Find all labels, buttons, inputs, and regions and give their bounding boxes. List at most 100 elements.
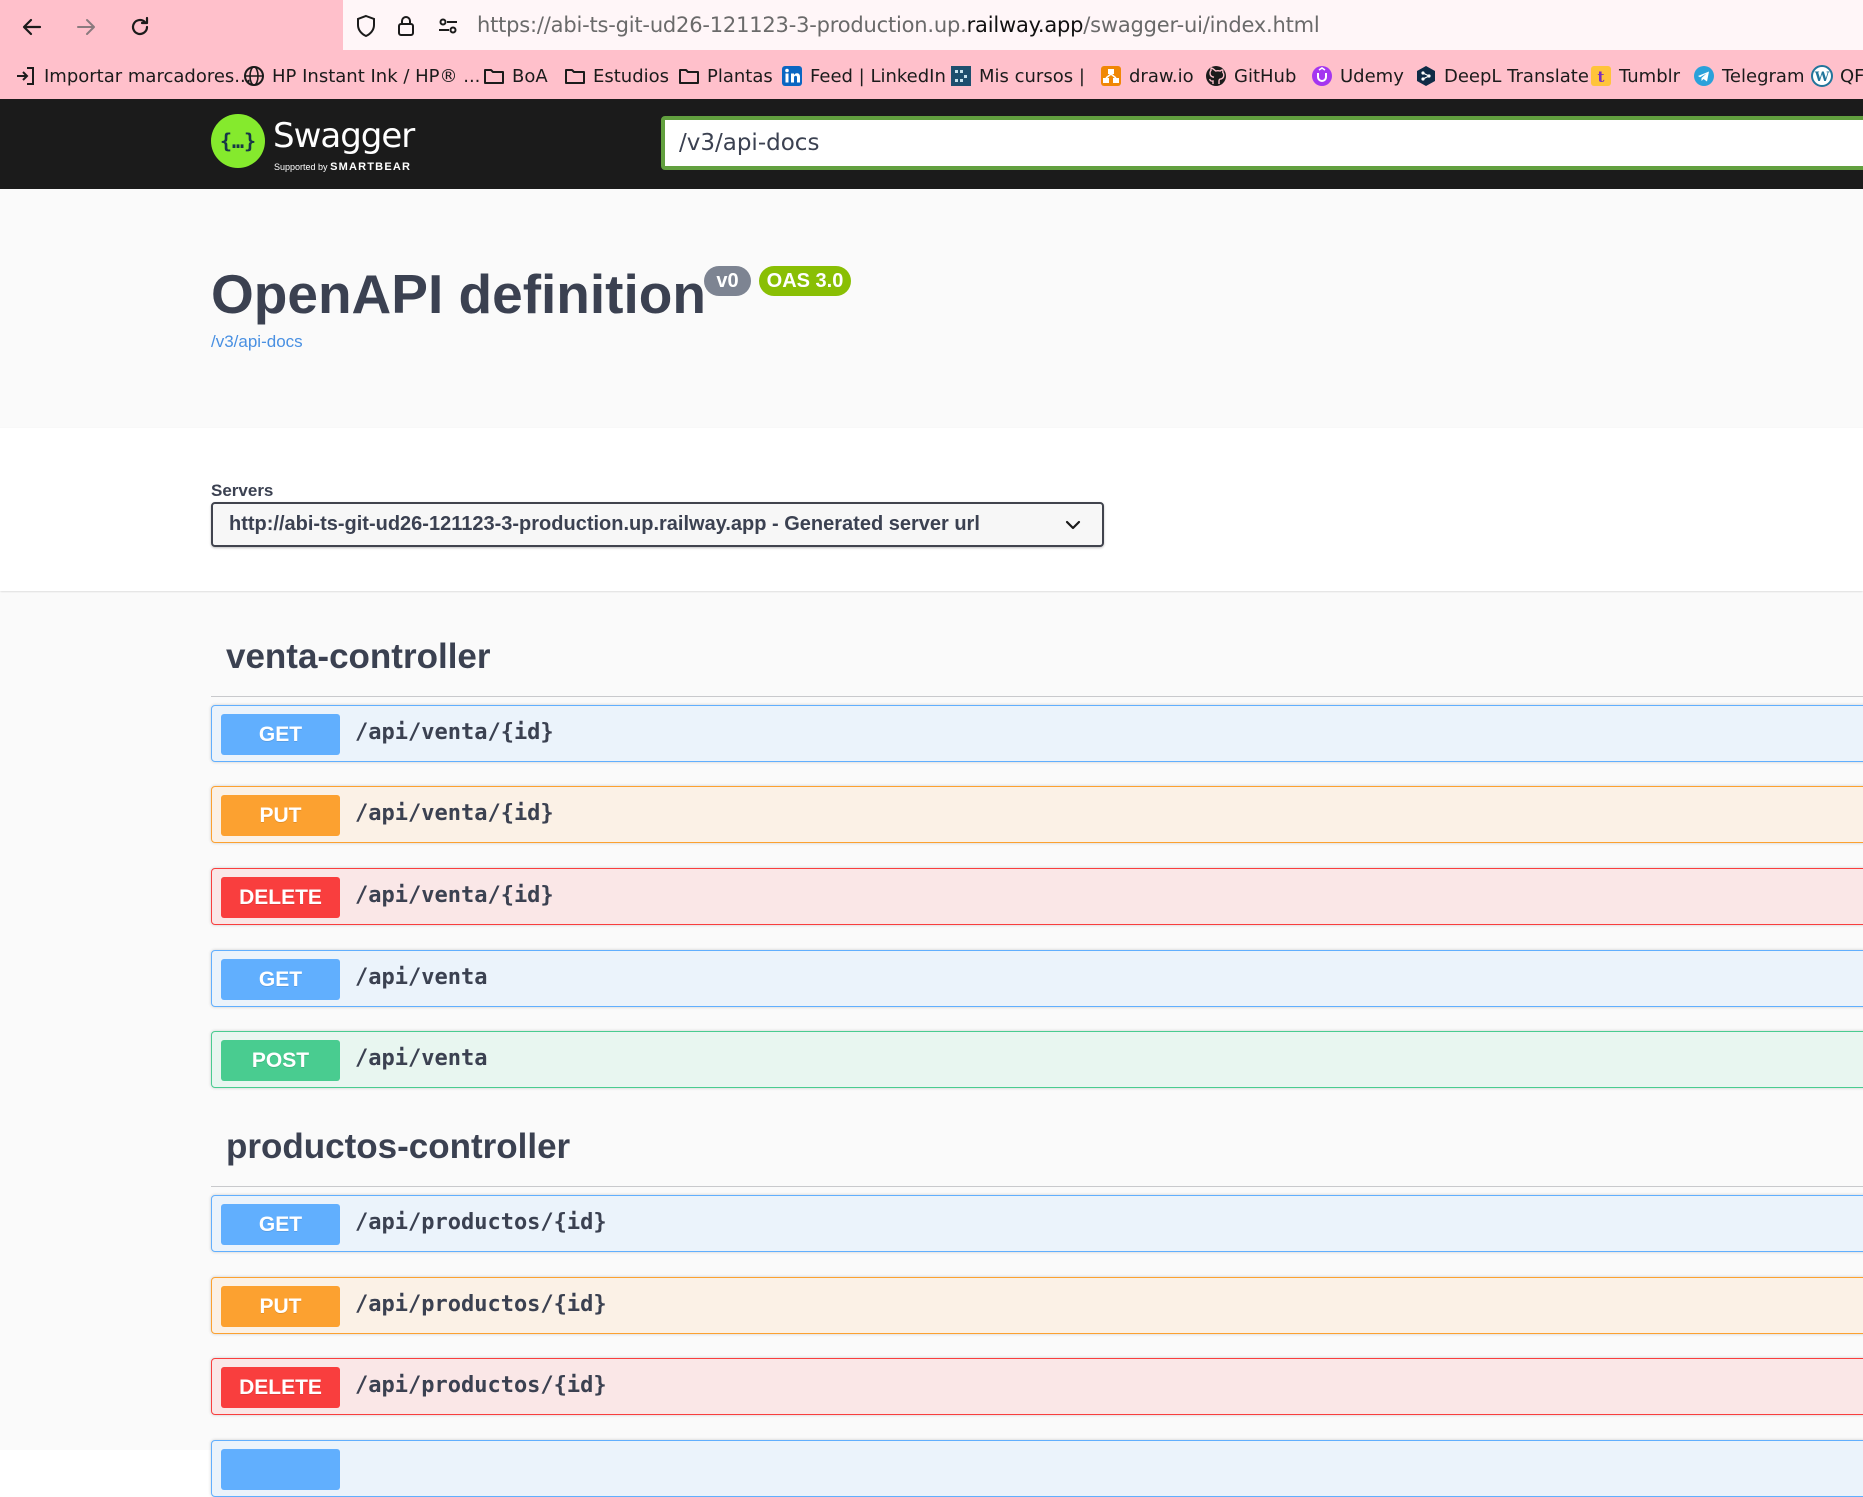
operation-get-venta-id[interactable]: GET /api/venta/{id} <box>211 705 1863 762</box>
operation-path: /api/venta <box>355 1046 488 1071</box>
server-select[interactable]: http://abi-ts-git-ud26-121123-3-producti… <box>211 502 1104 547</box>
site-settings-icon[interactable] <box>436 14 460 43</box>
udemy-icon <box>1310 64 1334 88</box>
method-badge: GET <box>221 959 340 1000</box>
section-title-venta-controller[interactable]: venta-controller <box>226 637 491 677</box>
method-badge: PUT <box>221 1286 340 1327</box>
swagger-brand-name[interactable]: Swagger <box>273 116 415 156</box>
bookmark-label: Estudios <box>593 65 670 87</box>
method-badge: GET <box>221 1204 340 1245</box>
bookmark-label: Feed | LinkedIn <box>810 65 946 87</box>
bookmark-mis-cursos[interactable]: Mis cursos | <box>949 63 1085 89</box>
bookmark-hp-instant-ink[interactable]: HP Instant Ink / HP® ... <box>242 63 480 89</box>
bookmark-drawio[interactable]: draw.io <box>1099 63 1194 89</box>
bookmark-deepl[interactable]: DeepL Translate <box>1414 63 1589 89</box>
folder-icon <box>482 64 506 88</box>
bookmark-label: Mis cursos | <box>979 65 1085 87</box>
method-badge <box>221 1449 340 1490</box>
smartbear-label: SMARTBEAR <box>330 161 412 173</box>
operation-delete-productos-id[interactable]: DELETE /api/productos/{id} <box>211 1358 1863 1415</box>
back-button[interactable] <box>12 7 52 47</box>
bookmark-label: DeepL Translate <box>1444 65 1589 87</box>
bookmark-qf[interactable]: W QF <box>1810 63 1863 89</box>
bookmark-github[interactable]: GitHub <box>1204 63 1296 89</box>
bookmark-importar-marcadores[interactable]: Importar marcadores... <box>14 63 251 89</box>
github-icon <box>1204 64 1228 88</box>
forward-button[interactable] <box>66 7 106 47</box>
operation-path: /api/venta/{id} <box>355 801 554 826</box>
spec-url-input[interactable] <box>661 116 1863 170</box>
page-title: OpenAPI definition <box>211 263 706 325</box>
course-icon <box>949 64 973 88</box>
operation-delete-venta-id[interactable]: DELETE /api/venta/{id} <box>211 868 1863 925</box>
section-divider <box>211 696 1863 697</box>
bookmark-label: Importar marcadores... <box>44 65 252 87</box>
bookmark-udemy[interactable]: Udemy <box>1310 63 1404 89</box>
wordpress-icon: W <box>1810 64 1834 88</box>
url-prefix: https://abi-ts-git-ud26-121123-3-product… <box>477 13 967 37</box>
back-arrow-icon <box>20 15 44 39</box>
browser-nav-bar: https://abi-ts-git-ud26-121123-3-product… <box>0 0 1863 53</box>
bookmark-label: BoA <box>512 65 548 87</box>
shield-icon[interactable] <box>354 14 378 43</box>
globe-icon <box>242 64 266 88</box>
operation-path: /api/productos/{id} <box>355 1292 607 1317</box>
operation-path: /api/productos/{id} <box>355 1373 607 1398</box>
bookmark-linkedin[interactable]: Feed | LinkedIn <box>780 63 946 89</box>
method-badge: PUT <box>221 795 340 836</box>
url-domain: railway.app <box>966 13 1084 37</box>
tumblr-icon: t <box>1589 64 1613 88</box>
bookmark-label: Plantas <box>707 65 773 87</box>
section-title-productos-controller[interactable]: productos-controller <box>226 1127 570 1167</box>
method-badge: GET <box>221 714 340 755</box>
url-suffix: /swagger-ui/index.html <box>1083 13 1320 37</box>
section-divider <box>211 1186 1863 1187</box>
bookmark-boa[interactable]: BoA <box>482 63 548 89</box>
folder-icon <box>677 64 701 88</box>
bookmark-estudios[interactable]: Estudios <box>563 63 669 89</box>
method-badge: DELETE <box>221 1367 340 1408</box>
operation-post-venta[interactable]: POST /api/venta <box>211 1031 1863 1088</box>
operation-path: /api/venta/{id} <box>355 720 554 745</box>
bookmark-label: Tumblr <box>1619 65 1681 87</box>
supported-by-label: Supported by <box>274 162 328 172</box>
bookmark-plantas[interactable]: Plantas <box>677 63 773 89</box>
spec-link[interactable]: /v3/api-docs <box>211 332 303 352</box>
svg-text:W: W <box>1814 70 1830 85</box>
bookmark-label: draw.io <box>1129 65 1194 87</box>
method-badge: DELETE <box>221 877 340 918</box>
drawio-icon <box>1099 64 1123 88</box>
bookmark-telegram[interactable]: Telegram <box>1692 63 1804 89</box>
telegram-icon <box>1692 64 1716 88</box>
operation-path: /api/venta <box>355 965 488 990</box>
bookmark-label: Telegram <box>1722 65 1805 87</box>
operation-get-productos-id[interactable]: GET /api/productos/{id} <box>211 1195 1863 1252</box>
operation-put-venta-id[interactable]: PUT /api/venta/{id} <box>211 786 1863 843</box>
reload-icon <box>128 15 152 39</box>
servers-label: Servers <box>211 481 274 500</box>
svg-text:t: t <box>1598 68 1605 86</box>
method-badge: POST <box>221 1040 340 1081</box>
operation-get-partial[interactable] <box>211 1440 1863 1497</box>
swagger-logo-icon[interactable]: {…} <box>211 114 265 168</box>
lock-icon[interactable] <box>394 14 418 43</box>
chevron-down-icon <box>1064 516 1082 540</box>
bookmarks-bar: Importar marcadores... HP Instant Ink / … <box>0 53 1863 99</box>
bookmark-label: QF <box>1840 65 1863 87</box>
url-text[interactable]: https://abi-ts-git-ud26-121123-3-product… <box>477 13 1320 37</box>
forward-arrow-icon <box>74 15 98 39</box>
supported-by-text: Supported by SMARTBEAR <box>274 161 411 173</box>
reload-button[interactable] <box>120 7 160 47</box>
bookmark-tumblr[interactable]: t Tumblr <box>1589 63 1680 89</box>
bookmark-label: Udemy <box>1340 65 1404 87</box>
operation-put-productos-id[interactable]: PUT /api/productos/{id} <box>211 1277 1863 1334</box>
operation-get-venta[interactable]: GET /api/venta <box>211 950 1863 1007</box>
bookmark-label: GitHub <box>1234 65 1297 87</box>
operation-path: /api/productos/{id} <box>355 1210 607 1235</box>
logo-glyph: {…} <box>219 129 257 153</box>
oas-version-badge: OAS 3.0 <box>759 266 851 296</box>
bookmark-label: HP Instant Ink / HP® ... <box>272 65 481 87</box>
folder-icon <box>563 64 587 88</box>
operation-path: /api/venta/{id} <box>355 883 554 908</box>
deepl-icon <box>1414 64 1438 88</box>
